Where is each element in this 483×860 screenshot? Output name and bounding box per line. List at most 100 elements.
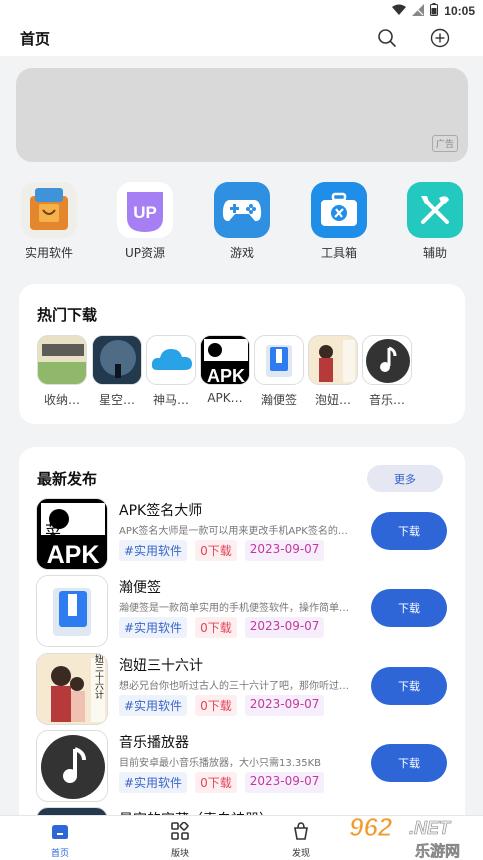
hot-item-label: 神马… xyxy=(152,393,189,407)
app-icon: 泡妞三十六计 xyxy=(36,653,108,725)
category-label: 游戏 xyxy=(229,246,254,260)
tab-sections[interactable]: 版块 xyxy=(145,821,215,859)
app-thumbnail xyxy=(308,335,358,385)
tab-label: 发现 xyxy=(291,849,310,859)
app-name: APK签名大师 xyxy=(119,503,203,519)
battery-icon xyxy=(430,3,439,19)
tab-discover[interactable]: 发现 xyxy=(266,822,336,859)
app-description: 目前安卓最小音乐播放器，大小只需13.35KB xyxy=(119,758,322,769)
hot-item[interactable]: 收纳… xyxy=(37,335,87,408)
app-description: 想必兄台你也听过古人的三十六计了吧，那你听过… xyxy=(119,681,349,692)
app-thumbnail xyxy=(254,335,304,385)
app-icon xyxy=(36,575,108,647)
section-title: 热门下载 xyxy=(37,306,98,324)
category-label: 实用软件 xyxy=(24,246,73,260)
ad-banner[interactable]: 广告 xyxy=(16,68,468,162)
category-toolbox[interactable]: 工具箱 xyxy=(304,182,374,261)
app-name: 泡妞三十六计 xyxy=(119,658,203,674)
hot-item[interactable]: 音乐… xyxy=(362,335,412,408)
apk-char: 菜 xyxy=(45,522,61,541)
search-icon[interactable] xyxy=(376,27,398,49)
app-description: 瀚便签是一款简单实用的手机便签软件，操作简单… xyxy=(119,603,349,614)
hot-item-label: APK… xyxy=(207,391,243,405)
home-icon xyxy=(50,825,70,844)
download-button[interactable]: 下载 xyxy=(371,667,447,705)
hot-item-label: 瀚便签 xyxy=(260,393,297,407)
app-thumbnail xyxy=(362,335,412,385)
tab-home[interactable]: 首页 xyxy=(25,822,95,859)
cover-text: 泡妞三十六计 xyxy=(93,654,104,700)
app-row[interactable]: 音乐播放器 目前安卓最小音乐播放器，大小只需13.35KB #实用软件 0下载 … xyxy=(36,730,456,804)
category-games[interactable]: 游戏 xyxy=(207,182,277,261)
toolbox-icon xyxy=(311,182,367,238)
add-icon[interactable] xyxy=(429,27,451,49)
release-date: 2023-09-07 xyxy=(244,540,325,561)
download-count: 0下载 xyxy=(195,695,237,716)
download-count: 0下载 xyxy=(195,772,237,793)
category-label: 辅助 xyxy=(422,246,447,260)
apk-text: APK xyxy=(47,541,100,569)
up-text: UP xyxy=(133,203,157,222)
tab-label: 版块 xyxy=(170,849,189,859)
signal-icon xyxy=(412,3,425,19)
app-bar: 首页 xyxy=(0,22,483,56)
app-thumbnail xyxy=(146,335,196,385)
app-description: APK签名大师是一款可以用来更改手机APK签名的… xyxy=(119,526,348,537)
discover-icon xyxy=(292,822,310,844)
up-badge-icon: UP xyxy=(117,182,173,238)
status-bar: 10:05 xyxy=(0,0,483,22)
watermark-site: 乐游网 xyxy=(415,842,460,860)
more-button[interactable]: 更多 xyxy=(367,465,443,492)
hot-item[interactable]: 泡妞… xyxy=(308,335,358,408)
hot-item[interactable]: 瀚便签 xyxy=(254,335,304,408)
watermark-net: .NET xyxy=(409,818,452,838)
hot-item[interactable]: APK APK… xyxy=(200,335,250,405)
category-tag[interactable]: #实用软件 xyxy=(119,695,188,716)
download-count: 0下载 xyxy=(195,540,237,561)
clock: 10:05 xyxy=(444,4,475,18)
download-button[interactable]: 下载 xyxy=(371,512,447,550)
app-row[interactable]: 泡妞三十六计 泡妞三十六计 想必兄台你也听过古人的三十六计了吧，那你听过… #实… xyxy=(36,653,456,727)
app-row[interactable]: 菜 APK APK签名大师 APK签名大师是一款可以用来更改手机APK签名的… #… xyxy=(36,498,456,572)
app-name: 音乐播放器 xyxy=(119,735,189,751)
release-date: 2023-09-07 xyxy=(244,772,325,793)
hot-item-label: 星空… xyxy=(98,393,135,407)
app-name: 瀚便签 xyxy=(119,580,161,596)
hot-item[interactable]: 星空… xyxy=(92,335,142,408)
app-thumbnail xyxy=(37,335,87,385)
wifi-icon xyxy=(392,4,407,19)
app-icon: 菜 APK xyxy=(36,498,108,570)
category-tag[interactable]: #实用软件 xyxy=(119,540,188,561)
ad-label: 广告 xyxy=(431,135,458,152)
tools-icon xyxy=(407,182,463,238)
category-tag[interactable]: #实用软件 xyxy=(119,617,188,638)
app-icon xyxy=(36,730,108,802)
gamepad-icon xyxy=(214,182,270,238)
grid-icon xyxy=(171,821,189,844)
category-label: 工具箱 xyxy=(320,246,357,260)
hot-item[interactable]: 神马… xyxy=(146,335,196,408)
download-count: 0下载 xyxy=(195,617,237,638)
apk-text: APK xyxy=(207,366,245,385)
hot-item-label: 泡妞… xyxy=(314,393,351,407)
hot-item-label: 收纳… xyxy=(43,393,80,407)
shopping-bag-icon xyxy=(21,182,77,238)
download-button[interactable]: 下载 xyxy=(371,744,447,782)
latest-releases-card: 最新发布 更多 菜 APK APK签名大师 APK签名大师是一款可以用来更改手机A… xyxy=(19,447,465,860)
site-watermark: 962 .NET 乐游网 xyxy=(345,810,483,860)
category-up-resources[interactable]: UP UP资源 xyxy=(110,182,180,261)
category-label: UP资源 xyxy=(124,246,166,260)
tab-label: 首页 xyxy=(50,849,69,859)
hot-item-label: 音乐… xyxy=(368,393,405,407)
app-thumbnail xyxy=(92,335,142,385)
category-useful-software[interactable]: 实用软件 xyxy=(14,182,84,261)
category-row: 实用软件 UP UP资源 游戏 工具箱 辅助 xyxy=(0,182,483,262)
category-tag[interactable]: #实用软件 xyxy=(119,772,188,793)
app-row[interactable]: 瀚便签 瀚便签是一款简单实用的手机便签软件，操作简单… #实用软件 0下载 20… xyxy=(36,575,456,649)
app-thumbnail: APK xyxy=(200,335,250,385)
release-date: 2023-09-07 xyxy=(244,617,325,638)
section-title: 最新发布 xyxy=(37,470,98,488)
category-assist[interactable]: 辅助 xyxy=(400,182,470,261)
download-button[interactable]: 下载 xyxy=(371,589,447,627)
page-title: 首页 xyxy=(20,30,51,48)
